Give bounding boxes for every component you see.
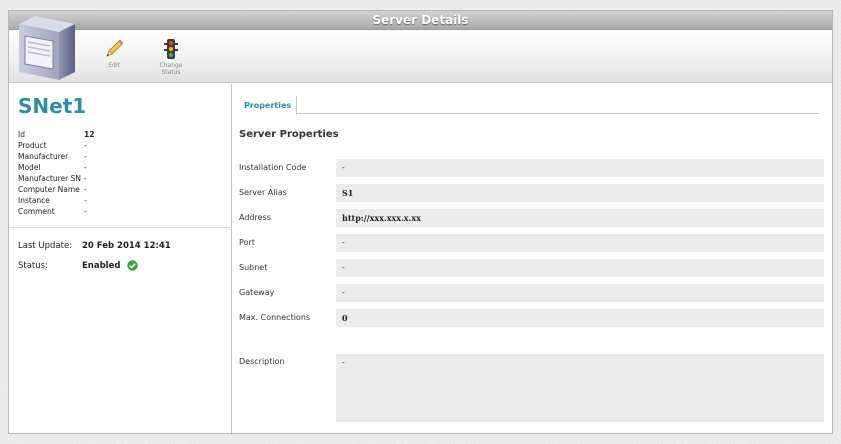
attr-label: Computer Name [18,185,80,194]
attr-value: - [84,163,87,172]
attr-value: - [84,196,87,205]
attr-label: Product [18,141,47,150]
last-update-value: 20 Feb 2014 12:41 [82,241,171,251]
attr-value: - [84,185,87,194]
change-status-label-line1: Change [159,62,183,69]
edit-label: Edit [108,62,120,69]
change-status-label-line2: Status [161,69,181,76]
field-label-address: Address [239,213,271,222]
status-label: Status: [18,261,48,271]
last-update-row: Last Update: 20 Feb 2014 12:41 [18,241,171,251]
properties-panel: Properties Server Properties Installatio… [233,84,834,435]
pencil-icon [89,38,139,60]
attr-row-id: Id 12 [18,129,94,140]
attr-label: Instance [18,196,50,205]
attr-label: Id [18,130,25,139]
field-label-port: Port [239,238,255,247]
attr-label: Manufacturer [18,152,69,161]
attr-value: - [84,174,87,183]
attr-label: Manufacturer SN [18,174,81,183]
field-label-subnet: Subnet [239,263,268,272]
server-alias-field[interactable]: S1 [336,184,824,202]
field-label-description: Description [239,357,285,366]
attr-label: Comment [18,207,55,216]
description-field[interactable]: - [336,354,824,422]
section-title: Server Properties [239,129,339,140]
tab-bar: Properties [239,92,819,115]
attr-row-model: Model - [18,162,87,173]
server-name: SNet1 [18,94,87,118]
server-icon [13,14,77,86]
attr-row-instance: Instance - [18,195,87,206]
installation-code-field[interactable]: - [336,159,824,177]
attr-label: Model [18,163,41,172]
attr-value: - [84,152,87,161]
gateway-field[interactable]: - [336,284,824,302]
attr-value: - [84,141,87,150]
attr-value: - [84,207,87,216]
status-value: Enabled [82,261,121,271]
server-summary-panel: SNet1 Id 12 Product - Manufacturer - Model -… [9,84,232,435]
change-status-button[interactable]: Change Status [146,38,196,76]
attr-value: 12 [84,130,95,139]
attr-row-comment: Comment - [18,206,87,217]
attr-row-product: Product - [18,140,87,151]
summary-divider [9,227,232,228]
check-circle-icon [127,260,138,274]
field-label-max-connections: Max. Connections [239,313,311,322]
field-label-installation-code: Installation Code [239,163,307,172]
attr-row-computer-name: Computer Name - [18,184,87,195]
tab-properties[interactable]: Properties [239,96,298,115]
toolbar: Edit Change Status [9,16,832,83]
server-details-window: Server Details Edit Change Status SNet1 … [8,10,834,435]
port-field[interactable]: - [336,234,824,252]
change-status-label: Change Status [146,62,196,76]
attr-row-manufacturer: Manufacturer - [18,151,87,162]
address-field[interactable]: http://xxx.xxx.x.xx [336,209,824,227]
attr-row-manufacturer-sn: Manufacturer SN - [18,173,87,184]
field-label-server-alias: Server Alias [239,188,287,197]
subnet-field[interactable]: - [336,259,824,277]
status-row: Status: Enabled [18,260,138,274]
last-update-label: Last Update: [18,241,73,251]
window-title: Server Details [9,11,832,30]
edit-button[interactable]: Edit [89,38,139,69]
traffic-light-icon [146,38,196,60]
max-connections-field[interactable]: 0 [336,309,824,327]
field-label-gateway: Gateway [239,288,275,297]
